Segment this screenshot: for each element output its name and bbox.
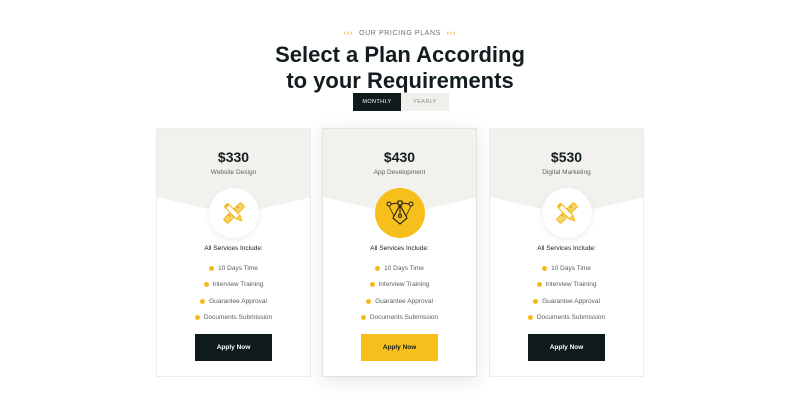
pricing-card-website-design: $330 Website Design All Services Include… bbox=[156, 128, 311, 377]
bullet-icon bbox=[533, 298, 539, 304]
includes-label: All Services Include: bbox=[204, 245, 263, 252]
tab-monthly[interactable]: MONTHLY bbox=[353, 93, 401, 111]
plan-price: $430 bbox=[383, 149, 416, 165]
feature-item: Documents Submission bbox=[157, 310, 310, 327]
pencil-ruler-icon bbox=[542, 188, 592, 238]
feature-text: Interview Training bbox=[378, 281, 430, 289]
bullet-icon bbox=[366, 298, 372, 304]
plan-name: App Development bbox=[373, 169, 426, 176]
page-title-line-2: to your Requirements bbox=[286, 68, 514, 93]
bullet-icon bbox=[209, 265, 215, 271]
plan-name: Digital Marketing bbox=[542, 169, 591, 176]
plan-price: $330 bbox=[217, 149, 250, 165]
bullet-icon bbox=[360, 315, 366, 321]
bullet-icon bbox=[200, 298, 206, 304]
feature-item: Interview Training bbox=[157, 277, 310, 294]
feature-text: Interview Training bbox=[545, 281, 597, 289]
feature-item: Guarantee Approval bbox=[490, 293, 643, 310]
pricing-card-app-development: $430 App Development All Services Includ… bbox=[322, 128, 477, 377]
feature-item: 10 Days Time bbox=[323, 260, 476, 277]
feature-item: Interview Training bbox=[490, 277, 643, 294]
pencil-ruler-icon bbox=[209, 188, 259, 238]
feature-item: Documents Submission bbox=[323, 310, 476, 327]
feature-list: 10 Days Time Interview Training Guarante… bbox=[157, 260, 310, 326]
feature-item: Guarantee Approval bbox=[157, 293, 310, 310]
feature-text: Documents Submission bbox=[536, 314, 606, 322]
feature-item: Guarantee Approval bbox=[323, 293, 476, 310]
plan-name: Website Design bbox=[210, 169, 257, 176]
apply-now-button[interactable]: Apply Now bbox=[528, 334, 605, 361]
feature-text: 10 Days Time bbox=[218, 264, 258, 272]
bullet-icon bbox=[375, 265, 381, 271]
eyebrow-arrows-left: ››› bbox=[343, 30, 354, 37]
feature-text: Guarantee Approval bbox=[209, 297, 267, 305]
feature-text: Documents Submission bbox=[203, 314, 273, 322]
feature-list: 10 Days Time Interview Training Guarante… bbox=[490, 260, 643, 326]
pricing-card-digital-marketing: $530 Digital Marketing All Services Incl… bbox=[489, 128, 644, 377]
feature-text: 10 Days Time bbox=[384, 264, 424, 272]
section-eyebrow: ››› OUR PRICING PLANS ››› bbox=[0, 30, 800, 37]
includes-label: All Services Include: bbox=[370, 245, 429, 252]
feature-text: Guarantee Approval bbox=[375, 297, 433, 305]
feature-text: 10 Days Time bbox=[551, 264, 591, 272]
bezier-pen-icon bbox=[375, 188, 425, 238]
feature-text: Interview Training bbox=[212, 281, 264, 289]
tab-yearly[interactable]: YEARLY bbox=[401, 93, 449, 111]
bullet-icon bbox=[542, 265, 548, 271]
bullet-icon bbox=[536, 282, 542, 288]
page-title-line-1: Select a Plan According bbox=[275, 42, 525, 67]
apply-now-button[interactable]: Apply Now bbox=[195, 334, 272, 361]
billing-period-toggle: MONTHLY YEARLY bbox=[353, 93, 449, 111]
eyebrow-label: OUR PRICING PLANS bbox=[359, 30, 441, 37]
includes-label: All Services Include: bbox=[537, 245, 596, 252]
feature-item: 10 Days Time bbox=[490, 260, 643, 277]
page-title: Select a Plan According to your Requirem… bbox=[0, 42, 800, 94]
bullet-icon bbox=[527, 315, 533, 321]
feature-text: Documents Submission bbox=[369, 314, 439, 322]
plan-price: $530 bbox=[550, 149, 583, 165]
feature-item: 10 Days Time bbox=[157, 260, 310, 277]
bullet-icon bbox=[194, 315, 200, 321]
feature-item: Documents Submission bbox=[490, 310, 643, 327]
feature-text: Guarantee Approval bbox=[542, 297, 600, 305]
bullet-icon bbox=[369, 282, 375, 288]
feature-list: 10 Days Time Interview Training Guarante… bbox=[323, 260, 476, 326]
apply-now-button[interactable]: Apply Now bbox=[361, 334, 438, 361]
eyebrow-arrows-right: ››› bbox=[446, 30, 457, 37]
bullet-icon bbox=[203, 282, 209, 288]
feature-item: Interview Training bbox=[323, 277, 476, 294]
